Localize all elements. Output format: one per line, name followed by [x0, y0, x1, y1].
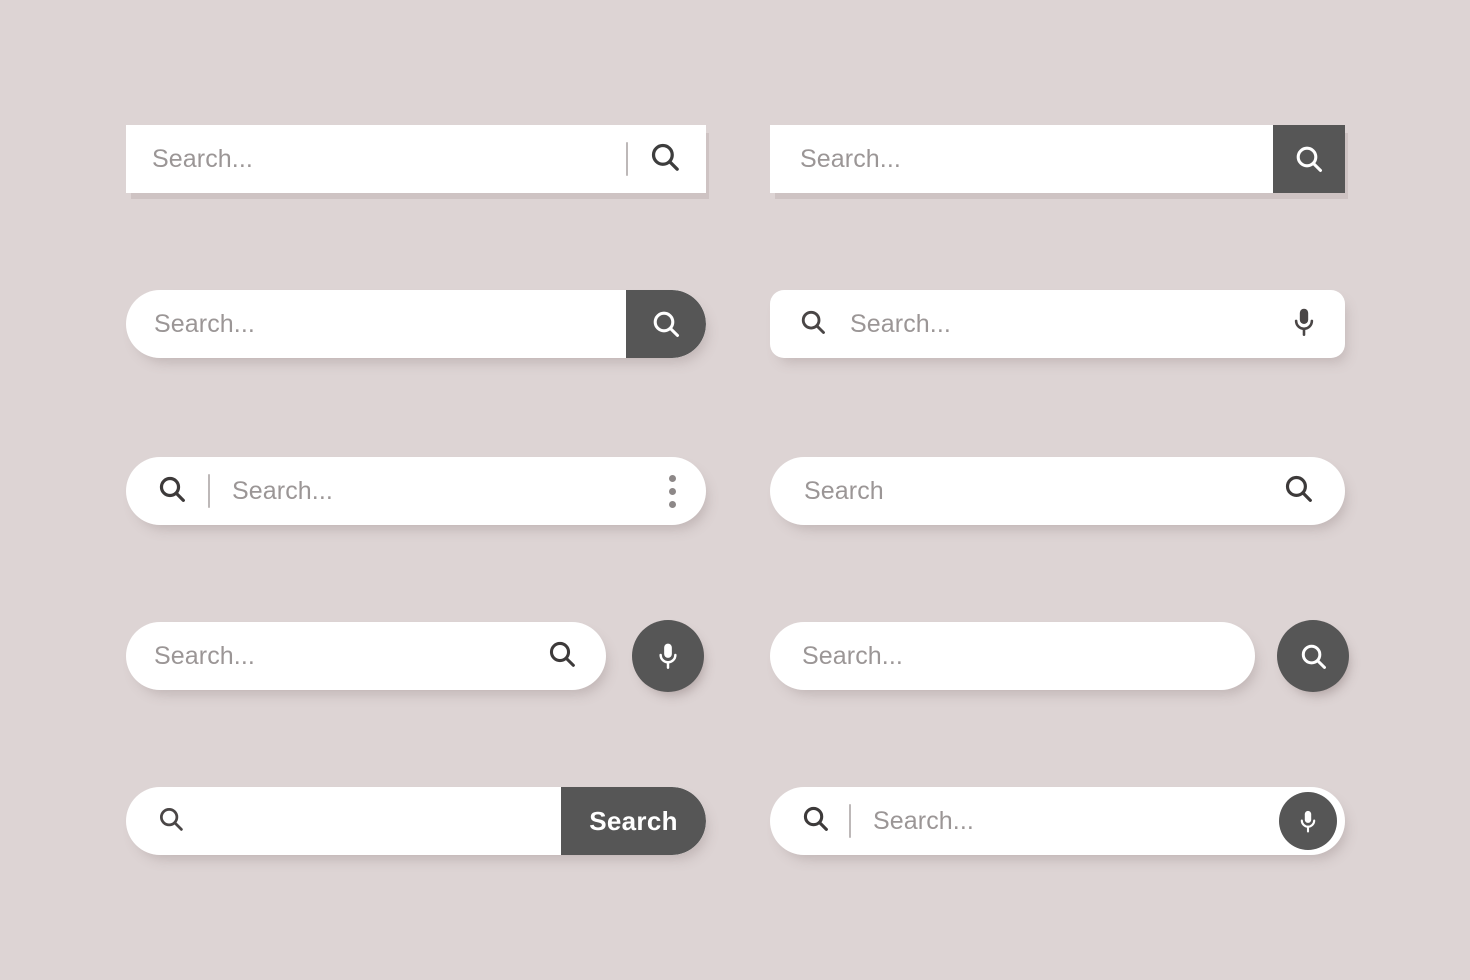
search-bar-10-field[interactable]: Search... — [770, 787, 1345, 855]
search-bar-6: Search — [770, 457, 1345, 525]
search-bar-7-field[interactable]: Search... — [126, 622, 606, 690]
search-button[interactable] — [1273, 125, 1345, 193]
search-bar-10: Search... — [770, 787, 1345, 855]
search-bar-9: Search — [126, 787, 706, 855]
search-icon[interactable] — [546, 638, 578, 675]
search-icon[interactable] — [1282, 472, 1315, 510]
voice-search-button[interactable] — [1279, 792, 1337, 850]
search-bar-10-placeholder: Search... — [873, 806, 974, 835]
search-submit-button[interactable]: Search — [561, 787, 706, 855]
search-submit-button-label: Search — [589, 805, 678, 836]
search-bar-7: Search... — [126, 620, 704, 692]
search-bar-5-placeholder: Search... — [232, 476, 333, 505]
search-bar-8-placeholder: Search... — [802, 641, 903, 670]
search-bar-kit-canvas: Search... Search... Search... Search... … — [0, 0, 1470, 980]
search-bar-9-field[interactable]: Search — [126, 787, 706, 855]
search-bar-2: Search... — [770, 125, 1345, 193]
search-bar-6-placeholder: Search — [804, 476, 884, 505]
search-bar-2-placeholder: Search... — [800, 144, 901, 173]
divider-icon — [208, 474, 210, 508]
search-bar-1: Search... — [126, 125, 706, 193]
search-bar-1-field[interactable]: Search... — [126, 125, 706, 193]
more-vertical-icon[interactable] — [669, 474, 676, 508]
search-icon[interactable] — [156, 473, 188, 510]
search-icon — [653, 311, 680, 338]
microphone-icon — [1300, 810, 1316, 833]
divider-icon — [626, 142, 628, 176]
search-bar-5-field[interactable]: Search... — [126, 457, 706, 525]
search-bar-3-field[interactable]: Search... — [126, 290, 706, 358]
search-bar-2-field[interactable]: Search... — [770, 125, 1345, 193]
dot — [669, 500, 676, 508]
search-button[interactable] — [1277, 620, 1349, 692]
search-bar-3: Search... — [126, 290, 706, 358]
search-icon[interactable] — [648, 140, 682, 179]
search-bar-6-field[interactable]: Search — [770, 457, 1345, 525]
search-bar-4-field[interactable]: Search... — [770, 290, 1345, 358]
dot — [669, 487, 676, 495]
search-bar-4: Search... — [770, 290, 1345, 358]
microphone-icon[interactable] — [1289, 306, 1319, 343]
search-bar-5: Search... — [126, 457, 706, 525]
search-bar-7-placeholder: Search... — [154, 641, 255, 670]
search-icon — [1296, 146, 1323, 173]
dot — [669, 474, 676, 482]
search-bar-8-field[interactable]: Search... — [770, 622, 1255, 690]
search-bar-1-placeholder: Search... — [152, 144, 253, 173]
microphone-icon — [659, 643, 677, 670]
search-icon[interactable] — [798, 307, 828, 342]
search-bar-3-placeholder: Search... — [154, 309, 255, 338]
search-icon[interactable] — [800, 803, 831, 839]
search-icon — [1301, 644, 1326, 669]
search-bar-4-placeholder: Search... — [850, 309, 951, 338]
voice-search-button[interactable] — [632, 620, 704, 692]
search-button[interactable] — [626, 290, 706, 358]
search-bar-8: Search... — [770, 620, 1349, 692]
search-icon[interactable] — [156, 804, 186, 839]
divider-icon — [849, 804, 851, 838]
